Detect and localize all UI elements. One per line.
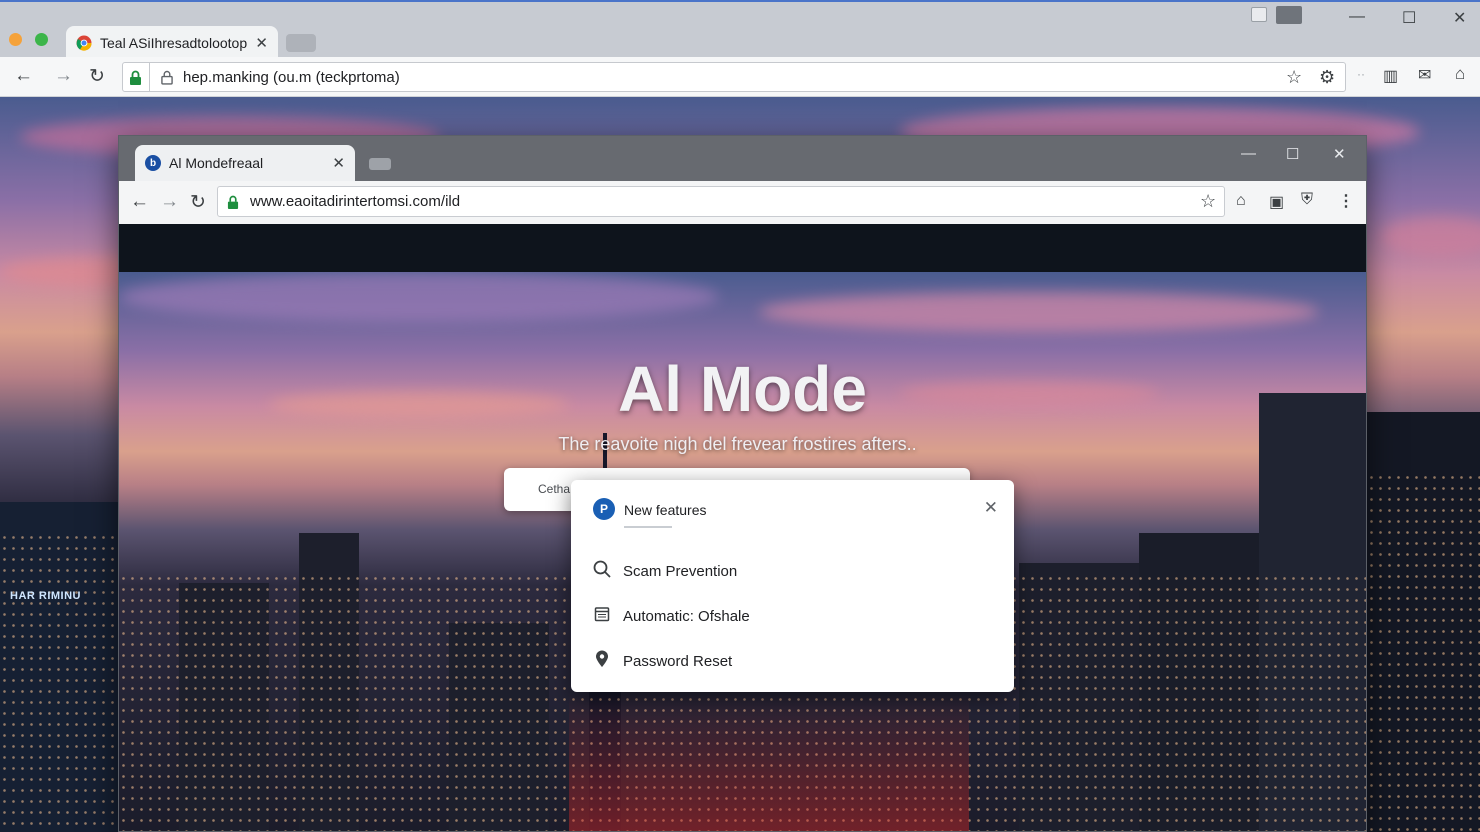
reader-icon[interactable]: ▣: [1269, 192, 1284, 212]
puzzle-extension-icon[interactable]: ⚙: [1319, 67, 1335, 88]
new-tab-button[interactable]: [369, 158, 391, 170]
window-close-icon[interactable]: ✕: [1453, 8, 1466, 28]
window-maximize-icon[interactable]: ☐: [1286, 145, 1299, 163]
secure-lock-icon: [130, 70, 141, 85]
more-dots-icon[interactable]: ··: [1357, 67, 1365, 81]
back-arrow-icon[interactable]: ←: [14, 65, 33, 87]
feature-item-scam-prevention[interactable]: Scam Prevention: [591, 555, 991, 587]
window-minimize-icon[interactable]: —: [1349, 8, 1365, 26]
outer-toolbar: ← → ↻ hep.manking (ou.m (teckprtoma) ☆ ⚙…: [0, 57, 1480, 97]
minimize-dot-icon[interactable]: [9, 33, 22, 46]
home-icon[interactable]: ⌂: [1236, 192, 1246, 210]
hero-title: Al Mode: [618, 353, 867, 425]
bookmark-star-icon[interactable]: ☆: [1200, 191, 1216, 212]
home-icon[interactable]: ⌂: [1455, 64, 1465, 84]
lock-icon: [161, 70, 173, 85]
new-features-popup: P New features ✕ Scam Prevention Automat…: [571, 480, 1014, 692]
close-icon[interactable]: ✕: [984, 498, 998, 518]
outer-tab-bar: Teal ASiIhresadtolootop ✕ — ☐ ✕: [0, 0, 1480, 59]
title-underline: [624, 526, 672, 528]
new-tab-button[interactable]: [286, 34, 316, 52]
page-content: Al Mode The reavoite nigh del frevear fr…: [119, 272, 1366, 831]
mail-icon[interactable]: ✉: [1418, 65, 1431, 85]
inner-tab-title: Al Mondefreaal: [169, 155, 264, 171]
window-minimize-icon[interactable]: —: [1241, 145, 1256, 162]
shield-icon[interactable]: ⛨: [1301, 191, 1313, 209]
close-icon[interactable]: ✕: [255, 34, 268, 52]
inner-tab-active[interactable]: b Al Mondefreaal ✕: [135, 145, 355, 181]
feature-item-label: Scam Prevention: [623, 562, 738, 580]
bookmark-star-icon[interactable]: ☆: [1286, 67, 1302, 88]
outer-tab-active[interactable]: Teal ASiIhresadtolootop ✕: [66, 26, 278, 59]
feature-item-label: Automatic: Ofshale: [623, 607, 750, 625]
window-maximize-icon[interactable]: ☐: [1402, 8, 1416, 28]
outer-address-bar[interactable]: hep.manking (ou.m (teckprtoma) ☆ ⚙: [122, 62, 1346, 92]
inner-browser-window: b Al Mondefreaal ✕ — ☐ ✕ ← → ↻ www.eaoit…: [118, 135, 1367, 832]
settings-icon[interactable]: [1276, 6, 1302, 24]
window-close-icon[interactable]: ✕: [1333, 145, 1346, 163]
inner-toolbar: ← → ↻ www.eaoitadirintertomsi.com/ild ☆ …: [119, 181, 1366, 224]
feature-item-password-reset[interactable]: Password Reset: [591, 645, 991, 677]
search-icon: [591, 560, 613, 583]
back-arrow-icon[interactable]: ←: [130, 191, 149, 213]
forward-arrow-icon[interactable]: →: [54, 65, 73, 87]
secure-lock-icon: [227, 195, 239, 209]
popup-title: New features: [624, 502, 707, 518]
site-navbar: [119, 224, 1366, 272]
outer-url-text: hep.manking (ou.m (teckprtoma): [183, 69, 400, 86]
hero-subtitle: The reavoite nigh del frevear frostires …: [558, 434, 917, 454]
maximize-dot-icon[interactable]: [35, 33, 48, 46]
building-sign-text: HAR RIMINU: [10, 590, 81, 602]
site-favicon-icon: b: [145, 155, 161, 171]
inner-address-bar[interactable]: www.eaoitadirintertomsi.com/ild ☆: [217, 186, 1225, 217]
feature-item-automatic[interactable]: Automatic: Ofshale: [591, 600, 991, 632]
calendar-icon: [591, 606, 613, 627]
chrome-favicon-icon: [76, 35, 92, 51]
reload-icon[interactable]: ↻: [190, 191, 206, 214]
book-icon[interactable]: ▥: [1383, 66, 1398, 86]
forward-arrow-icon[interactable]: →: [160, 191, 179, 213]
search-placeholder: Cetha: [538, 482, 571, 496]
assistant-logo-icon: P: [593, 498, 615, 520]
more-menu-icon[interactable]: ⋮: [1338, 191, 1354, 211]
inner-tab-bar: b Al Mondefreaal ✕ — ☐ ✕: [119, 136, 1366, 181]
inner-url-text: www.eaoitadirintertomsi.com/ild: [250, 193, 461, 210]
close-icon[interactable]: ✕: [332, 154, 345, 172]
reload-icon[interactable]: ↻: [89, 65, 105, 88]
location-pin-icon: [591, 650, 613, 673]
feature-item-label: Password Reset: [623, 652, 733, 670]
outer-tab-title: Teal ASiIhresadtolootop: [100, 34, 248, 51]
extension-icon[interactable]: [1251, 7, 1267, 22]
